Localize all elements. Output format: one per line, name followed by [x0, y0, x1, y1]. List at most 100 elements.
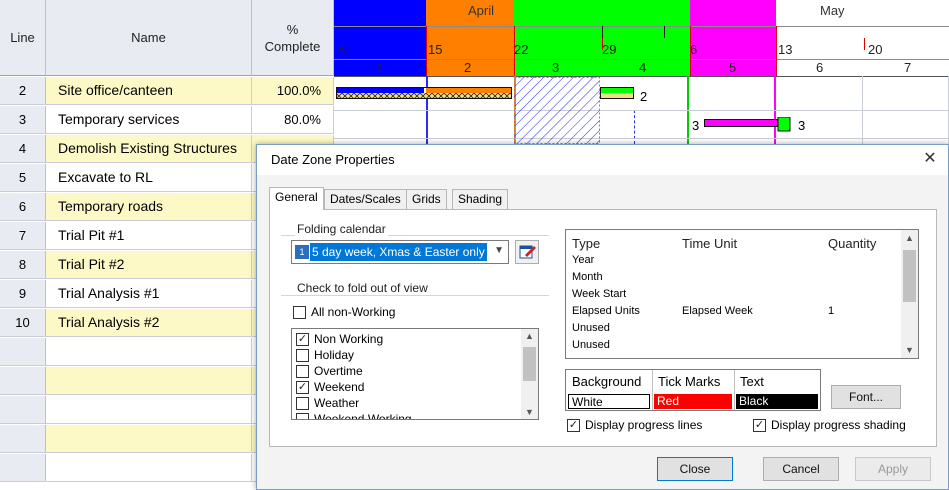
task-name[interactable]: Excavate to RL: [46, 164, 252, 191]
column-header-line-label: Line: [10, 30, 35, 45]
fold-item-checkbox[interactable]: [296, 349, 309, 362]
close-icon[interactable]: ✕: [920, 149, 940, 169]
task-bar-row-3[interactable]: [704, 117, 794, 133]
tick-marks-header: Tick Marks: [658, 374, 721, 389]
calendar-icon: 1: [295, 245, 309, 259]
column-header-line[interactable]: Line: [0, 0, 46, 76]
week-label: 1: [376, 60, 384, 75]
tab-general[interactable]: General: [269, 187, 324, 210]
fold-item-label: Non Working: [314, 332, 384, 346]
task-name[interactable]: Temporary services: [46, 106, 252, 133]
type-table-cell-type: Year: [572, 254, 595, 266]
scroll-up-icon[interactable]: ▲: [521, 331, 538, 341]
table-row[interactable]: 3 Temporary services 80.0%: [0, 106, 334, 134]
fold-out-label: Check to fold out of view: [295, 281, 430, 295]
type-table-cell-qty: 1: [828, 305, 835, 317]
cancel-button[interactable]: Cancel: [763, 457, 839, 481]
day-label: 13: [778, 42, 793, 57]
week-label: 4: [639, 60, 647, 75]
table-row[interactable]: 2 Site office/canteen 100.0%: [0, 77, 334, 105]
apply-button[interactable]: Apply: [855, 457, 931, 481]
type-table-scrollbar[interactable]: ▲ ▼: [901, 230, 918, 358]
line-number: 8: [0, 251, 46, 278]
fold-item-label: Holiday: [314, 348, 355, 362]
type-column-header: Type: [572, 236, 601, 251]
background-header: Background: [572, 374, 642, 389]
display-progress-shading-checkbox[interactable]: ✓: [753, 419, 766, 432]
scroll-down-icon[interactable]: ▼: [901, 345, 918, 355]
display-progress-lines-checkbox[interactable]: ✓: [567, 419, 580, 432]
week-label: 5: [729, 60, 737, 75]
edit-calendar-button[interactable]: [515, 240, 539, 264]
line-number: [0, 338, 46, 365]
day-label: 29: [602, 42, 617, 57]
week-label: 2: [464, 60, 472, 75]
line-number: 4: [0, 135, 46, 162]
task-name[interactable]: [46, 396, 252, 423]
task-name[interactable]: [46, 367, 252, 394]
task-name[interactable]: Trial Pit #2: [46, 251, 252, 278]
time-unit-column-header: Time Unit: [682, 236, 738, 251]
task-name[interactable]: Trial Analysis #2: [46, 309, 252, 336]
task-bar-row-3-start-label: 3: [692, 118, 700, 133]
date-zone-type-table[interactable]: Type Time Unit Quantity Year Month Week St…: [565, 229, 919, 359]
column-header-name[interactable]: Name: [46, 0, 252, 76]
day-label: 20: [868, 42, 883, 57]
font-button[interactable]: Font...: [831, 385, 901, 409]
task-bar-row-2[interactable]: [336, 87, 518, 101]
column-header-percent-complete[interactable]: % Complete: [252, 0, 334, 76]
day-label: 15: [428, 42, 443, 57]
scroll-down-icon[interactable]: ▼: [521, 407, 538, 417]
line-number: 3: [0, 106, 46, 133]
folding-calendar-select[interactable]: 1 5 day week, Xmas & Easter only ▼: [291, 240, 509, 264]
week-label: 3: [552, 60, 560, 75]
fold-item-checkbox[interactable]: ✓: [296, 333, 309, 346]
tick-marks-color-value[interactable]: Red: [654, 394, 732, 409]
text-color-value[interactable]: Black: [736, 394, 818, 409]
folding-calendar-value: 5 day week, Xmas & Easter only: [310, 243, 487, 261]
tab-grids[interactable]: Grids: [406, 189, 447, 209]
line-number: [0, 425, 46, 452]
scroll-up-icon[interactable]: ▲: [901, 233, 918, 243]
fold-items-scrollbar[interactable]: ▲ ▼: [521, 329, 538, 419]
line-number: 10: [0, 309, 46, 336]
task-name[interactable]: [46, 338, 252, 365]
task-name[interactable]: Site office/canteen: [46, 77, 252, 104]
close-button[interactable]: Close: [657, 457, 733, 481]
chevron-down-icon: ▼: [494, 245, 504, 256]
task-name[interactable]: Temporary roads: [46, 193, 252, 220]
task-name[interactable]: [46, 425, 252, 452]
progress-shading: [514, 77, 600, 144]
quantity-column-header: Quantity: [828, 236, 877, 251]
edit-calendar-icon: [519, 245, 536, 259]
text-header: Text: [740, 374, 764, 389]
tab-dates-scales[interactable]: Dates/Scales: [324, 189, 407, 209]
fold-item-checkbox[interactable]: [296, 413, 309, 419]
fold-item-checkbox[interactable]: [296, 397, 309, 410]
type-table-cell-type: Month: [572, 271, 603, 283]
month-label-may: May: [820, 3, 845, 18]
day-label: 8: [338, 42, 346, 57]
fold-item-checkbox[interactable]: [296, 365, 309, 378]
task-name[interactable]: Trial Analysis #1: [46, 280, 252, 307]
line-number: 7: [0, 222, 46, 249]
task-bar-row-2-progress[interactable]: [600, 87, 636, 101]
fold-items-list[interactable]: ✓ Non Working Holiday Overtime ✓ Weekend Weath…: [291, 328, 539, 420]
column-header-name-label: Name: [131, 30, 166, 45]
line-number: 6: [0, 193, 46, 220]
line-number: 9: [0, 280, 46, 307]
line-number: [0, 454, 46, 481]
tab-shading[interactable]: Shading: [452, 189, 509, 209]
dialog-title: Date Zone Properties: [257, 145, 948, 175]
percent-complete[interactable]: 100.0%: [252, 77, 334, 104]
background-color-value[interactable]: White: [568, 394, 650, 409]
all-non-working-checkbox[interactable]: [293, 306, 306, 319]
task-name[interactable]: Demolish Existing Structures: [46, 135, 252, 162]
type-table-cell-type: Elapsed Units: [572, 305, 640, 317]
percent-complete[interactable]: 80.0%: [252, 106, 334, 133]
task-name[interactable]: Trial Pit #1: [46, 222, 252, 249]
zone-colors-table[interactable]: Background Tick Marks Text White Red Bla…: [565, 369, 821, 411]
week-label: 6: [816, 60, 824, 75]
fold-item-checkbox[interactable]: ✓: [296, 381, 309, 394]
task-name[interactable]: [46, 454, 252, 481]
